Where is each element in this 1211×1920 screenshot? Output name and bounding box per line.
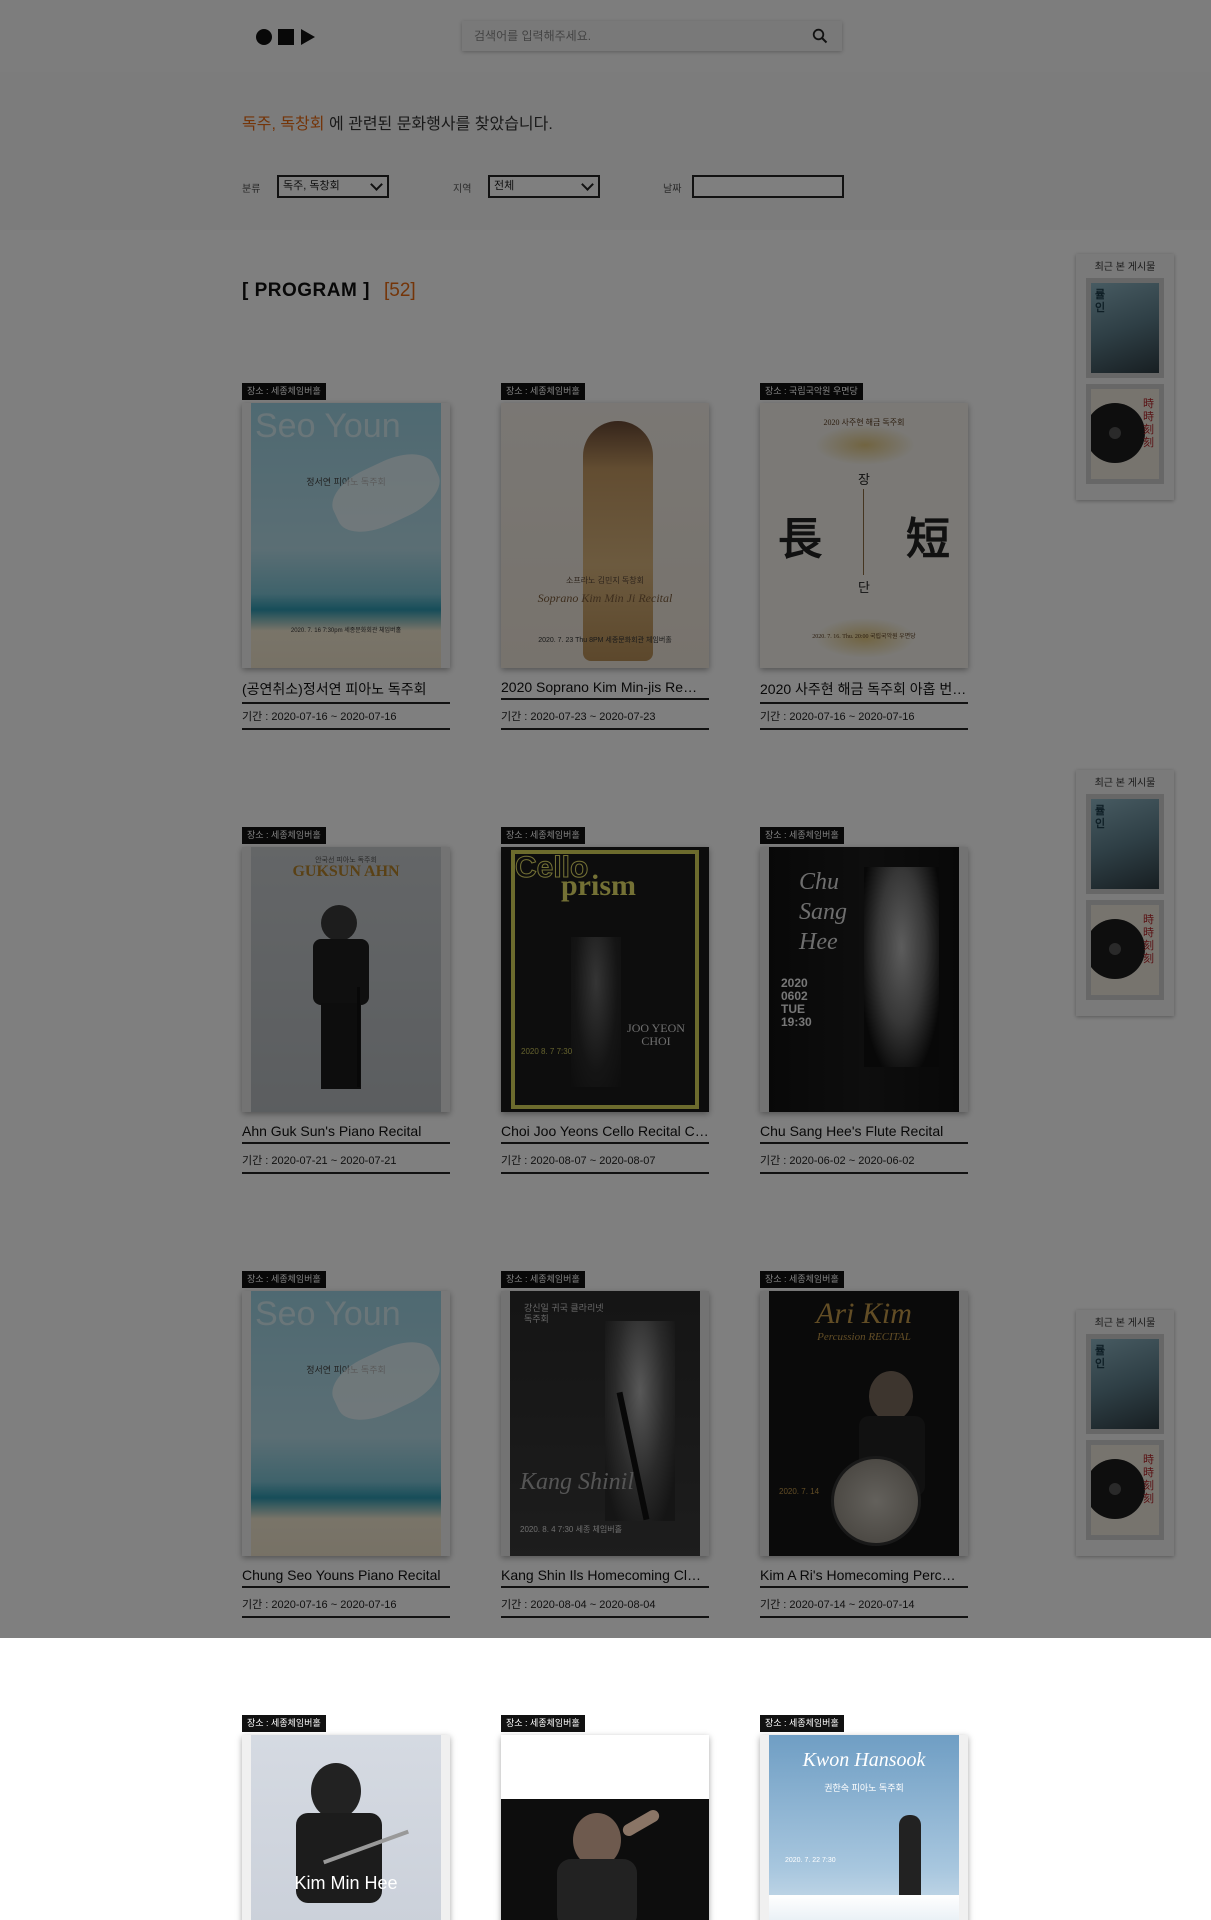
poster-subtitle: 권한숙 피아노 독주회 [824,1783,904,1793]
poster-script: Kwon Hansook [802,1749,926,1771]
poster-image[interactable] [501,1735,709,1920]
poster-date: 2020. 7. 22 7:30 [785,1857,836,1864]
program-card[interactable]: 장소 : 세종체임버홀 Kwon Hansook 권한숙 피아노 독주회 202… [760,1713,968,1920]
modal-overlay[interactable] [0,0,1211,1638]
venue-badge: 장소 : 세종체임버홀 [242,1715,326,1732]
poster-image[interactable]: Kwon Hansook 권한숙 피아노 독주회 2020. 7. 22 7:3… [760,1735,968,1920]
venue-badge: 장소 : 세종체임버홀 [501,1715,585,1732]
program-card[interactable]: 장소 : 세종체임버홀 [501,1713,709,1920]
program-card[interactable]: 장소 : 세종체임버홀 Kim Min Hee [242,1713,450,1920]
poster-title: Kim Min Hee [294,1873,398,1893]
venue-badge: 장소 : 세종체임버홀 [760,1715,844,1732]
poster-image[interactable]: Kim Min Hee [242,1735,450,1920]
